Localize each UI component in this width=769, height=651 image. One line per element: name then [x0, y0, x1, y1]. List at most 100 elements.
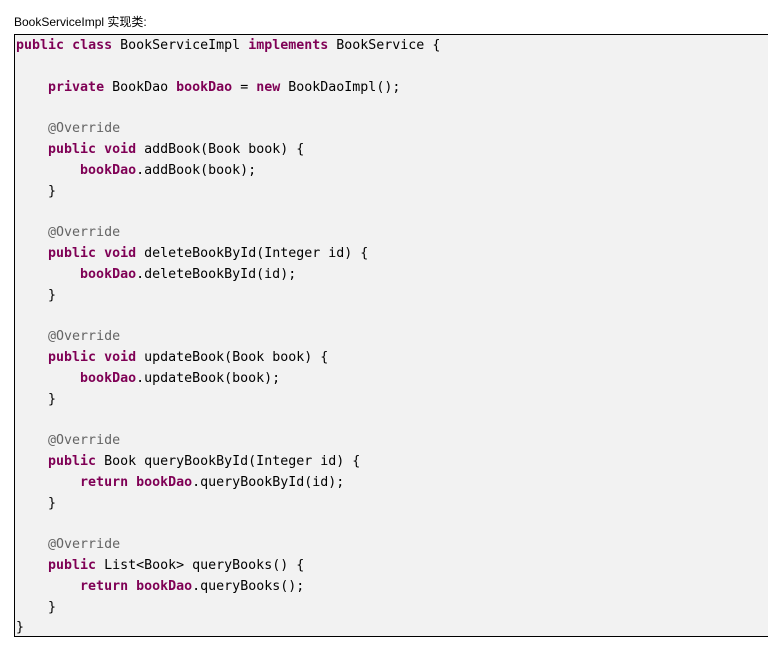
code-lines: public class BookServiceImpl implements … [16, 36, 440, 639]
code-text: .queryBooks(); [192, 578, 305, 594]
code-line: } [16, 598, 440, 619]
code-line: bookDao.addBook(book); [16, 161, 440, 182]
code-line: } [16, 286, 440, 307]
code-text: } [16, 599, 57, 615]
code-line: return bookDao.queryBookById(id); [16, 473, 440, 494]
code-block: public class BookServiceImpl implements … [14, 34, 768, 637]
code-field: bookDao [80, 162, 137, 178]
code-line: @Override [16, 327, 440, 348]
code-line: } [16, 390, 440, 411]
code-annotation: @Override [48, 329, 121, 345]
code-annotation: @Override [48, 225, 121, 241]
code-field: bookDao [136, 578, 193, 594]
code-keyword: void [104, 349, 137, 365]
code-field: bookDao [136, 474, 193, 490]
code-field: bookDao [176, 79, 233, 95]
code-line: @Override [16, 223, 440, 244]
code-caption: BookServiceImpl 实现类: [14, 15, 147, 29]
code-text: List<Book> queryBooks() { [96, 557, 305, 573]
code-keyword: public [48, 557, 97, 573]
code-text: } [16, 495, 57, 511]
code-keyword: public [48, 245, 97, 261]
code-line: public List<Book> queryBooks() { [16, 556, 440, 577]
code-line: public class BookServiceImpl implements … [16, 36, 440, 57]
code-line: } [16, 618, 440, 639]
code-text: BookServiceImpl [112, 38, 249, 53]
code-line: @Override [16, 431, 440, 452]
code-line: private BookDao bookDao = new BookDaoImp… [16, 78, 440, 99]
code-field: bookDao [80, 266, 137, 282]
code-text: Book queryBookById(Integer id) { [96, 453, 361, 469]
code-line: bookDao.deleteBookById(id); [16, 265, 440, 286]
code-line: public void deleteBookById(Integer id) { [16, 244, 440, 265]
code-text: BookDaoImpl(); [280, 79, 401, 95]
code-keyword: public [48, 141, 97, 157]
code-annotation: @Override [48, 433, 121, 449]
code-text: addBook(Book book) { [136, 141, 305, 157]
code-text: updateBook(Book book) { [136, 349, 329, 365]
code-text: } [16, 287, 57, 303]
code-text: .addBook(book); [136, 162, 257, 178]
code-keyword: return [80, 578, 129, 594]
code-line: return bookDao.queryBooks(); [16, 577, 440, 598]
code-keyword: private [48, 79, 105, 95]
code-text: .updateBook(book); [136, 370, 281, 386]
code-keyword: implements [248, 38, 329, 53]
code-annotation: @Override [48, 121, 121, 137]
code-line: bookDao.updateBook(book); [16, 369, 440, 390]
code-line: public void updateBook(Book book) { [16, 348, 440, 369]
code-line: public void addBook(Book book) { [16, 140, 440, 161]
code-keyword: void [104, 245, 137, 261]
code-keyword: class [72, 38, 113, 53]
code-text: .queryBookById(id); [192, 474, 345, 490]
code-field: bookDao [80, 370, 137, 386]
code-line: public Book queryBookById(Integer id) { [16, 452, 440, 473]
code-line: @Override [16, 119, 440, 140]
code-line: @Override [16, 535, 440, 556]
code-keyword: void [104, 141, 137, 157]
code-text: = [232, 79, 257, 95]
code-text: } [16, 620, 25, 636]
code-text: } [16, 183, 57, 199]
code-text: .deleteBookById(id); [136, 266, 297, 282]
code-line: } [16, 494, 440, 515]
code-keyword: public [16, 38, 65, 53]
code-text: BookService { [328, 38, 441, 53]
code-line: } [16, 182, 440, 203]
code-keyword: new [256, 79, 281, 95]
code-text: deleteBookById(Integer id) { [136, 245, 369, 261]
code-keyword: public [48, 453, 97, 469]
code-text: } [16, 391, 57, 407]
code-keyword: public [48, 349, 97, 365]
code-keyword: return [80, 474, 129, 490]
code-annotation: @Override [48, 537, 121, 553]
